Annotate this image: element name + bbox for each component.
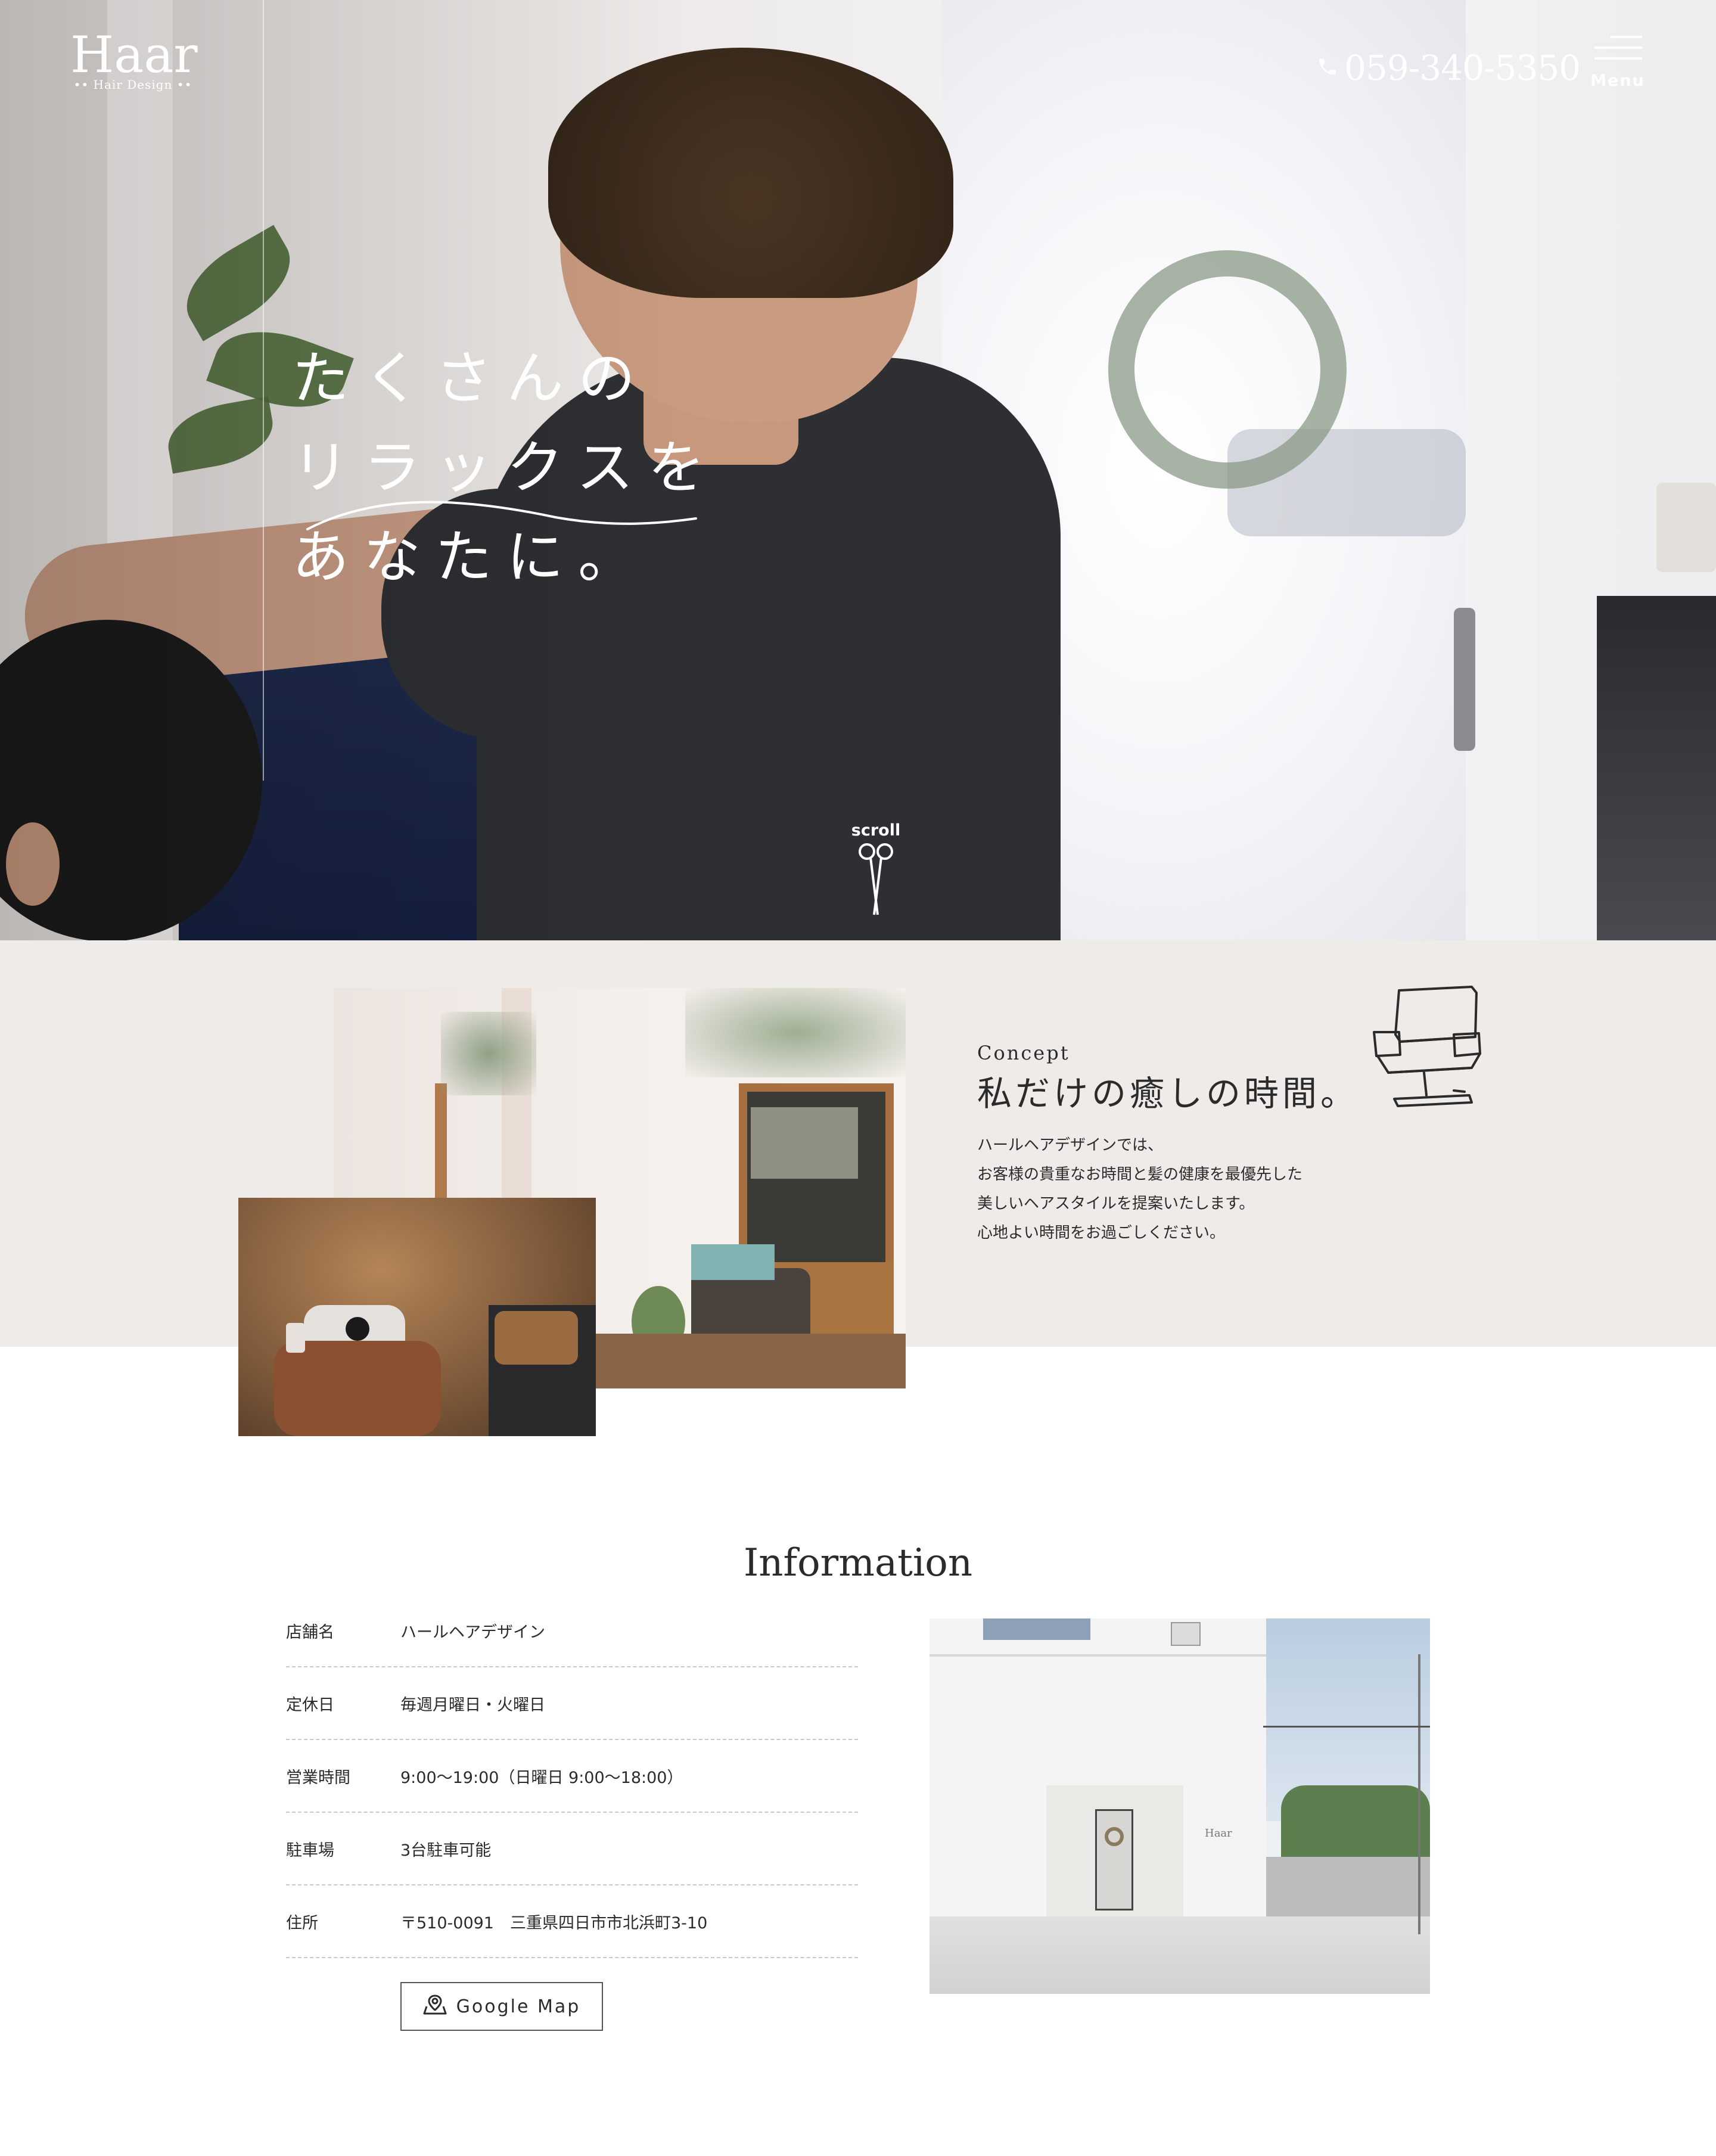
menu-label: Menu [1590, 72, 1645, 90]
salon-chair-icon [1373, 986, 1481, 1107]
map-pin-icon [423, 1993, 447, 2020]
info-row: 駐車場 3台駐車可能 [286, 1813, 858, 1885]
concept-body: ハールヘアデザインでは、 お客様の貴重なお時間と髪の健康を最優先した 美しいヘア… [977, 1131, 1406, 1248]
google-map-label: Google Map [456, 1996, 581, 2017]
site-logo[interactable]: Haar •• Hair Design •• [70, 26, 198, 98]
phone-icon [1317, 54, 1338, 82]
info-key: 住所 [286, 1913, 318, 1933]
scissors-icon [855, 843, 897, 919]
shop-sign: Haar [1205, 1827, 1232, 1840]
hero-divider-line [263, 0, 264, 781]
catch-line: たくさんの [292, 345, 649, 412]
info-value: 〒510-0091 三重県四日市市北浜町3-10 [400, 1913, 708, 1933]
concept-body-line: お客様の貴重なお時間と髪の健康を最優先した [977, 1166, 1303, 1183]
scroll-indicator[interactable]: scroll [846, 821, 906, 919]
information-title: Information [743, 1541, 973, 1585]
info-value: 3台駐車可能 [400, 1841, 492, 1860]
scroll-label: scroll [851, 821, 901, 840]
information-table: 店舗名 ハールヘアデザイン 定休日 毎週月曜日・火曜日 営業時間 9:00〜19… [286, 1595, 858, 1958]
info-value: 9:00〜19:00（日曜日 9:00〜18:00） [400, 1768, 683, 1787]
info-key: 駐車場 [286, 1841, 334, 1860]
info-row: 営業時間 9:00〜19:00（日曜日 9:00〜18:00） [286, 1740, 858, 1813]
logo-name: Haar [70, 26, 198, 84]
info-key: 店舗名 [286, 1623, 334, 1642]
hero-catchcopy: たくさんの リラックスを あなたに。 [292, 334, 719, 602]
phone-link[interactable]: 059-340-5350 [1317, 44, 1581, 92]
info-row: 店舗名 ハールヘアデザイン [286, 1595, 858, 1667]
info-value: 毎週月曜日・火曜日 [400, 1695, 545, 1714]
phone-number: 059-340-5350 [1344, 48, 1581, 88]
hero-overlay [0, 0, 1716, 940]
catch-swoosh-decoration [306, 501, 697, 530]
info-row: 定休日 毎週月曜日・火曜日 [286, 1667, 858, 1740]
google-map-button[interactable]: Google Map [400, 1982, 603, 2031]
menu-button[interactable]: Menu [1585, 32, 1650, 98]
info-key: 営業時間 [286, 1768, 350, 1787]
concept-label: Concept [977, 1042, 1070, 1064]
info-row: 住所 〒510-0091 三重県四日市市北浜町3-10 [286, 1885, 858, 1958]
concept-body-line: 美しいヘアスタイルを提案いたします。 [977, 1195, 1255, 1213]
logo-subtitle: •• Hair Design •• [73, 77, 192, 92]
concept-photo-shampoo [238, 1198, 596, 1436]
shop-exterior-photo: Haar [930, 1618, 1430, 1994]
concept-body-line: ハールヘアデザインでは、 [977, 1136, 1164, 1154]
info-value: ハールヘアデザイン [400, 1623, 545, 1642]
info-key: 定休日 [286, 1695, 334, 1714]
concept-title: 私だけの癒しの時間。 [977, 1073, 1359, 1114]
hero-section: Haar •• Hair Design •• 059-340-5350 Menu… [0, 0, 1716, 940]
concept-body-line: 心地よい時間をお過ごしください。 [977, 1224, 1226, 1242]
